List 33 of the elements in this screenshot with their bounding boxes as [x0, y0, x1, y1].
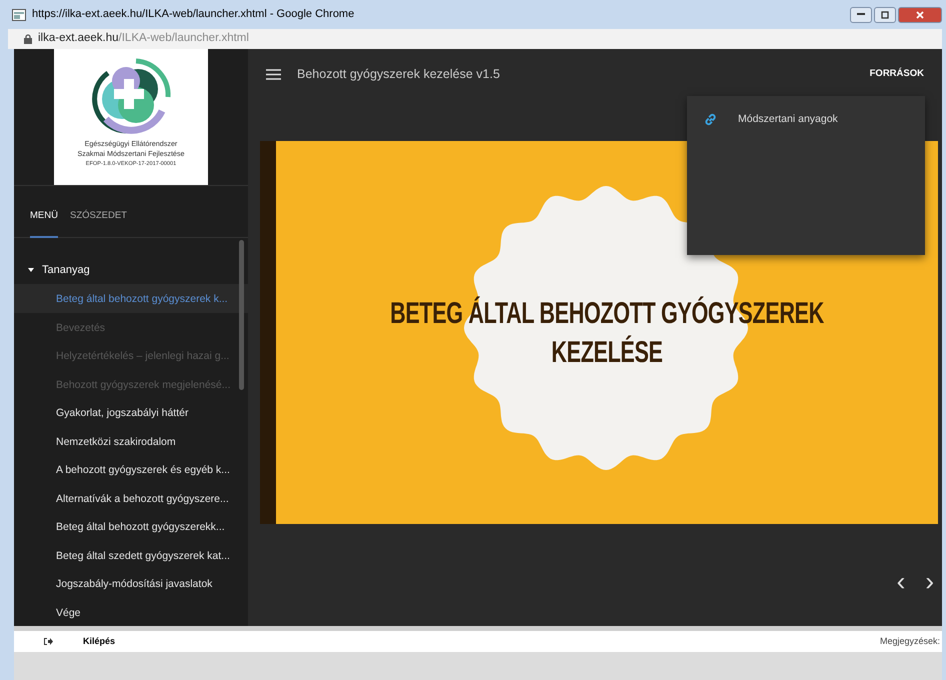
dropdown-item[interactable]: Módszertani anyagok — [703, 112, 838, 128]
link-icon — [703, 112, 718, 128]
minimize-icon — [857, 13, 865, 16]
minimize-button[interactable] — [850, 6, 872, 22]
menu-item[interactable]: Gyakorlat, jogszabályi háttér — [14, 398, 248, 426]
window-title: https://ilka-ext.aeek.hu/ILKA-web/launcher.xhtml - Google Chrome — [32, 7, 354, 22]
lock-icon — [24, 34, 32, 44]
caret-icon — [28, 268, 34, 272]
scrollbar[interactable] — [239, 240, 244, 390]
next-button[interactable]: › — [925, 568, 934, 594]
notes-label: Megjegyzések: — [880, 634, 940, 648]
app-title: Behozott gyógyszerek kezelése v1.5 — [297, 66, 500, 83]
menu-item[interactable]: Alternatívák a behozott gyógyszere... — [14, 484, 248, 512]
menu-item[interactable]: A behozott gyógyszerek és egyéb k... — [14, 455, 248, 484]
maximize-button[interactable] — [874, 6, 896, 22]
sidebar-tab[interactable]: MENÜ — [30, 208, 58, 238]
menu-item[interactable]: Beteg által szedett gyógyszerek kat... — [14, 540, 248, 569]
tree-group[interactable]: Tananyag — [14, 256, 90, 284]
logout-button[interactable]: Kilépés — [83, 634, 116, 648]
menu-item[interactable]: Nemzetközi szakirodalom — [14, 426, 248, 455]
maximize-icon — [881, 10, 889, 19]
menu-item[interactable]: Vége — [14, 598, 248, 626]
logout-icon — [44, 638, 53, 645]
close-icon — [916, 10, 924, 19]
previous-button[interactable]: ‹ — [896, 568, 906, 594]
resources-button[interactable]: FORRÁSOK — [864, 66, 930, 82]
menu-item[interactable]: Jogszabály-módosítási javaslatok — [14, 569, 248, 598]
menu-item[interactable]: Beteg által behozott gyógyszerek k... — [14, 284, 248, 312]
sidebar-tab[interactable]: SZÓSZEDET — [70, 208, 127, 238]
menu-icon[interactable] — [266, 68, 281, 80]
close-button[interactable] — [898, 6, 942, 22]
page-icon — [12, 8, 26, 20]
menu-item[interactable]: Beteg által behozott gyógyszerekk... — [14, 512, 248, 540]
